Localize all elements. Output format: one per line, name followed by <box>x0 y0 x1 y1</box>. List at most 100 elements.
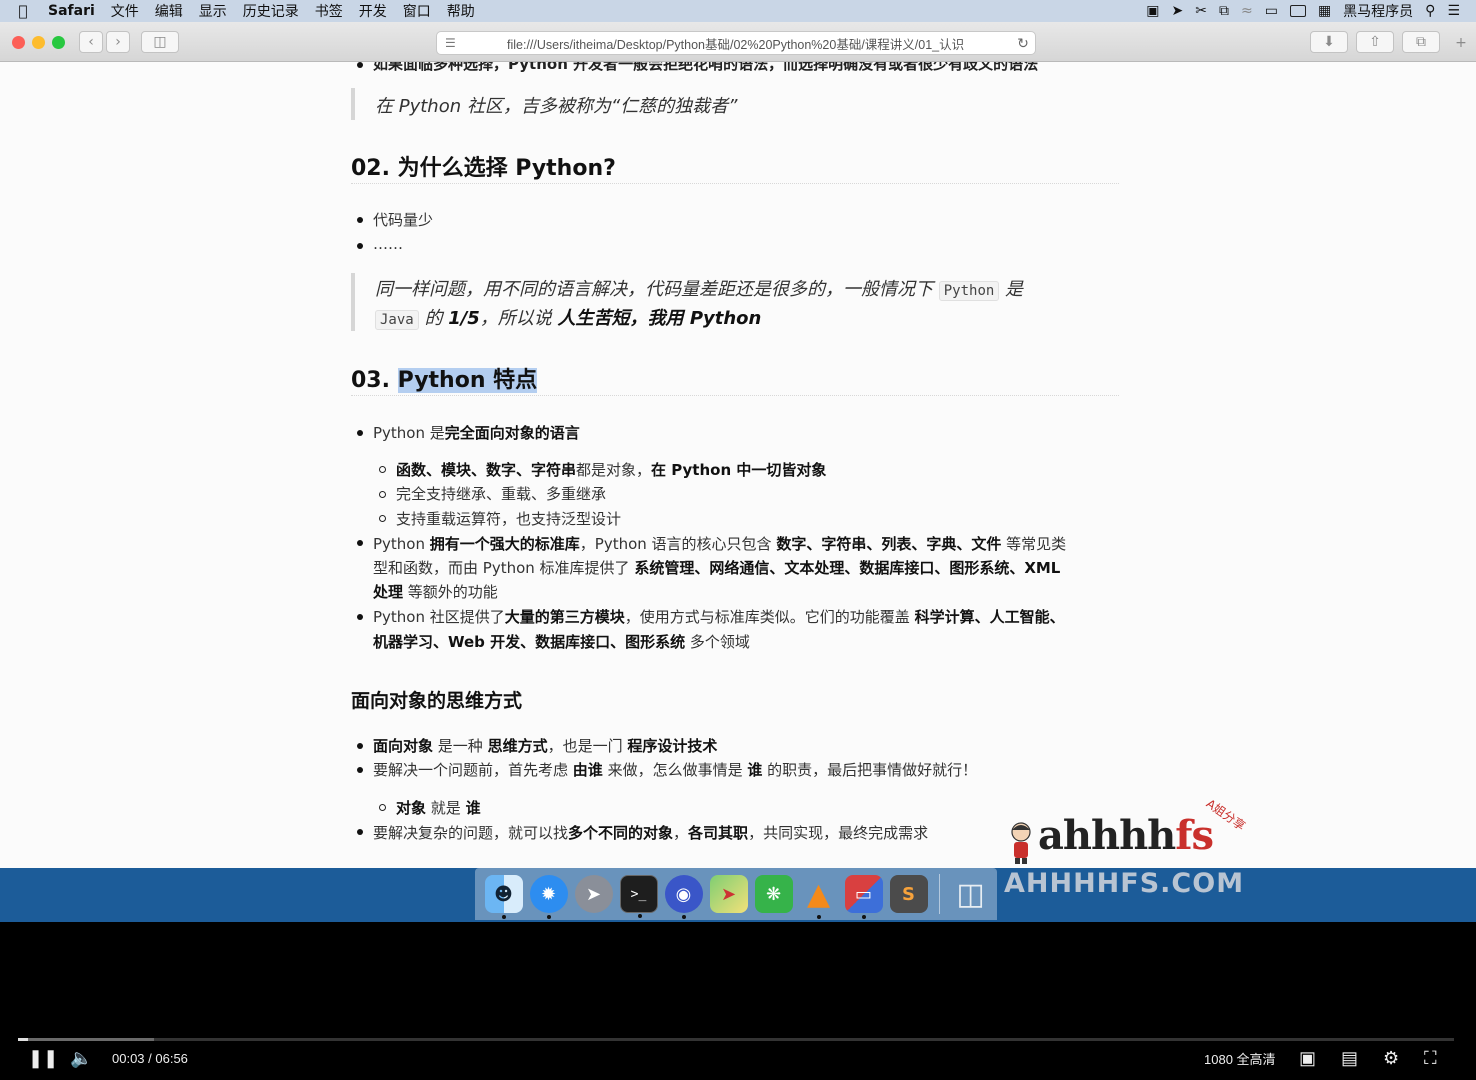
bold-text: 函数、模块、数字、字符串 <box>396 461 577 479</box>
zoom-window-button[interactable] <box>52 36 65 49</box>
menu-history[interactable]: 历史记录 <box>235 1 307 21</box>
downloads-button[interactable]: ⬇ <box>1310 31 1348 53</box>
new-tab-button[interactable]: + <box>1450 32 1472 54</box>
bold-text: 拥有一个强大的标准库 <box>429 535 580 553</box>
bold-text: 科学计算、人工智能、 <box>914 608 1065 626</box>
time-display: 00:03 / 06:56 <box>112 1050 188 1066</box>
progress-bar[interactable] <box>18 1038 1454 1041</box>
list-item-continuation: 处理 等额外的功能 <box>373 581 498 602</box>
menubar-status-area: ▣ ➤ ✂ ⧉ ≈ ▭ ▦ 黑马程序员 ⚲ ☰ <box>1140 1 1476 21</box>
text: 要解决一个问题前，首先考虑 <box>373 761 573 779</box>
text: 的职责，最后把事情做好就行！ <box>762 761 978 779</box>
bold-text: 大量的第三方模块 <box>504 608 625 626</box>
heading-underline <box>351 183 1119 184</box>
fullscreen-icon[interactable]: ⛶ <box>1424 1048 1437 1068</box>
web-page: 如果面临多种选择，Python 开发者一般会拒绝花哨的语法，而选择明确没有或者很… <box>0 62 1476 868</box>
safari-icon[interactable]: ✹ <box>529 875 568 919</box>
progress-played <box>18 1038 29 1041</box>
text: Python 社区提供了 <box>373 608 505 626</box>
finder-icon[interactable]: ☻ <box>484 875 523 919</box>
parallels-icon[interactable]: ▭ <box>844 875 883 919</box>
terminal-icon[interactable]: >_ <box>619 875 658 918</box>
text: 是一种 <box>433 737 488 755</box>
back-button[interactable]: ‹ <box>79 31 103 53</box>
list-item: …… <box>373 235 403 253</box>
menu-develop[interactable]: 开发 <box>351 1 395 21</box>
reader-mode-icon[interactable]: ☰ <box>445 36 461 50</box>
forward-button[interactable]: › <box>106 31 130 53</box>
heading-python-features: 03. Python 特点 <box>351 362 538 394</box>
quote-text: ，所以说 <box>479 308 552 329</box>
menubar-user-name[interactable]: 黑马程序员 <box>1337 1 1419 21</box>
screenshot-camera-icon[interactable]: ▣ <box>1299 1048 1316 1068</box>
selected-heading-text[interactable]: Python 特点 <box>397 368 538 393</box>
quality-selector[interactable]: 1080 全高清 <box>1204 1048 1276 1068</box>
volume-icon[interactable]: 🔈 <box>70 1048 92 1068</box>
wifi-icon[interactable]: ≈ <box>1235 3 1259 19</box>
quote-bold: 1/5 <box>448 308 480 329</box>
bold-text: 处理 <box>373 583 404 601</box>
menu-file[interactable]: 文件 <box>103 1 147 21</box>
telegram-icon[interactable]: ➤ <box>1166 3 1190 19</box>
inline-code: Java <box>375 310 419 330</box>
bold-text: 对象 <box>396 799 427 817</box>
text: ，Python 语言的核心只包含 <box>579 535 777 553</box>
sidebar-toggle-button[interactable]: ◫ <box>141 31 179 53</box>
close-window-button[interactable] <box>12 36 25 49</box>
bold-text: 在 Python 中一切皆对象 <box>651 461 827 479</box>
sub-list-item: 完全支持继承、重载、多重继承 <box>396 485 607 503</box>
menu-help[interactable]: 帮助 <box>439 1 483 21</box>
window-copy-icon[interactable]: ⧉ <box>1213 3 1235 19</box>
notification-center-icon[interactable]: ☰ <box>1441 3 1466 19</box>
list-bullet <box>357 243 363 249</box>
list-item-continuation: 机器学习、Web 开发、数据库接口、图形系统 多个领域 <box>373 631 750 652</box>
bold-text: 系统管理、网络通信、文本处理、数据库接口、图形系统、XML <box>634 559 1061 577</box>
vlc-icon[interactable]: ▲ <box>800 875 838 919</box>
pause-button[interactable]: ❚❚ <box>28 1048 58 1068</box>
address-url[interactable]: file:///Users/itheima/Desktop/Python基础/0… <box>471 34 1011 53</box>
blockquote-bar <box>351 273 355 331</box>
menu-window[interactable]: 窗口 <box>395 1 439 21</box>
bold-text: 思维方式 <box>487 737 548 755</box>
menu-app-name[interactable]: Safari <box>46 3 103 19</box>
list-bullet <box>357 829 363 835</box>
address-bar[interactable]: ☰ file:///Users/itheima/Desktop/Python基础… <box>436 31 1036 55</box>
list-bullet <box>357 540 363 546</box>
reload-icon[interactable]: ↻ <box>1011 35 1035 52</box>
trash-icon[interactable]: ◫ <box>952 875 990 913</box>
list-bullet <box>357 743 363 749</box>
text: 都是对象， <box>576 461 652 479</box>
quote-bold: 人生苦短，我用 Python <box>557 308 762 329</box>
sublime-text-icon[interactable]: S <box>889 875 928 913</box>
menu-bookmarks[interactable]: 书签 <box>307 1 351 21</box>
heading-number: 03. <box>351 368 390 393</box>
dock-separator <box>939 874 940 914</box>
text: 来做，怎么做事情是 <box>602 761 748 779</box>
maps-icon[interactable]: ➤ <box>709 875 748 913</box>
settings-gear-icon[interactable]: ⚙ <box>1383 1048 1399 1068</box>
bold-text: 完全面向对象的语言 <box>444 424 580 442</box>
airplay-icon[interactable]: ▭ <box>1259 3 1284 19</box>
bold-text: 谁 <box>747 761 763 779</box>
share-button[interactable]: ⇧ <box>1356 31 1394 53</box>
scissors-icon[interactable]: ✂ <box>1189 3 1213 19</box>
xmind-icon[interactable]: ❋ <box>754 875 793 913</box>
input-method-icon[interactable]: ▦ <box>1312 3 1337 19</box>
subtitles-icon[interactable]: ▤ <box>1341 1048 1358 1068</box>
sub-list-item: 对象 就是 谁 <box>396 797 481 818</box>
screen-recorder-icon[interactable]: ◉ <box>664 875 703 919</box>
tabs-overview-button[interactable]: ⧉ <box>1402 31 1440 53</box>
battery-icon[interactable] <box>1284 3 1312 19</box>
menu-edit[interactable]: 编辑 <box>147 1 191 21</box>
heading-oop-thinking: 面向对象的思维方式 <box>351 690 523 712</box>
minimize-window-button[interactable] <box>32 36 45 49</box>
apple-menu-icon[interactable]:  <box>0 2 46 20</box>
list-item: 代码量少 <box>373 211 434 229</box>
launchpad-icon[interactable]: ➤ <box>574 875 613 913</box>
text: Python 是 <box>373 424 445 442</box>
spotlight-search-icon[interactable]: ⚲ <box>1419 3 1441 19</box>
heading-underline <box>351 395 1119 396</box>
list-item: Python 拥有一个强大的标准库，Python 语言的核心只包含 数字、字符串… <box>373 533 1066 554</box>
screen-record-icon[interactable]: ▣ <box>1140 3 1165 19</box>
menu-view[interactable]: 显示 <box>191 1 235 21</box>
